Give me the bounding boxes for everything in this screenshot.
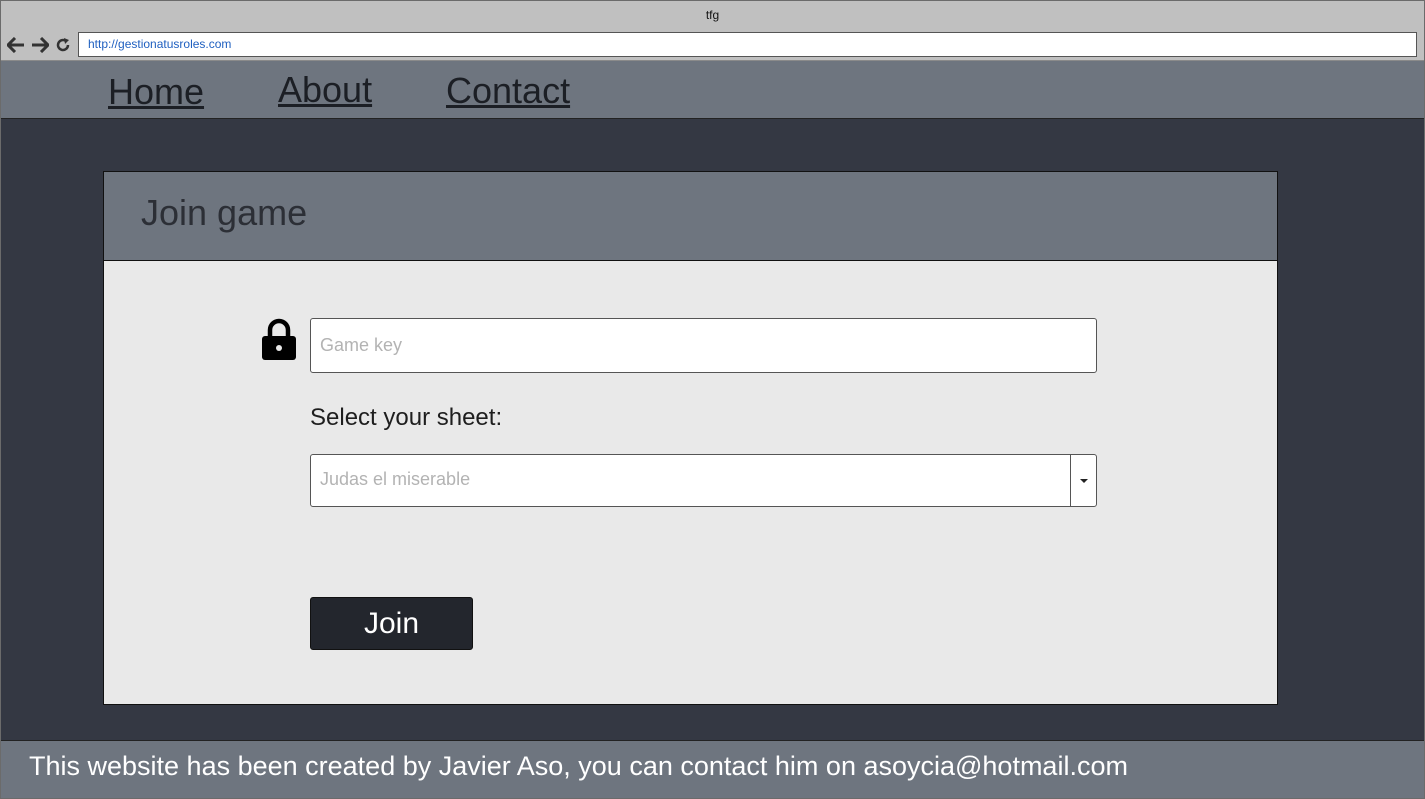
nav-link-contact[interactable]: Contact: [446, 70, 570, 112]
sheet-select[interactable]: Judas el miserable: [310, 454, 1097, 507]
window-title: tfg: [705, 8, 720, 22]
game-key-input[interactable]: [310, 318, 1097, 373]
footer-text: This website has been created by Javier …: [29, 751, 1128, 781]
browser-window: tfg http://gestionatusroles.com Home Abo…: [0, 0, 1425, 799]
reload-icon: [56, 38, 70, 52]
sheet-select-value: Judas el miserable: [320, 469, 471, 489]
nav-link-about[interactable]: About: [278, 69, 372, 111]
join-game-card: Join game Select your sheet: Judas el mi…: [103, 171, 1278, 705]
arrow-left-icon: [7, 37, 24, 53]
reload-button[interactable]: [53, 35, 73, 55]
url-text: http://gestionatusroles.com: [88, 37, 232, 51]
sheet-select-toggle[interactable]: [1070, 455, 1096, 506]
card-header: Join game: [104, 172, 1277, 261]
site-navbar: Home About Contact: [1, 61, 1424, 119]
lock-icon: [262, 318, 296, 360]
card-title: Join game: [141, 192, 308, 233]
forward-button[interactable]: [30, 35, 50, 55]
join-button[interactable]: Join: [310, 597, 473, 650]
window-titlebar: tfg: [1, 1, 1424, 30]
arrow-right-icon: [32, 37, 49, 53]
site-footer: This website has been created by Javier …: [1, 740, 1424, 798]
address-bar[interactable]: http://gestionatusroles.com: [78, 32, 1417, 57]
caret-down-icon: [1079, 478, 1088, 483]
browser-toolbar: http://gestionatusroles.com: [1, 30, 1424, 61]
select-sheet-label: Select your sheet:: [310, 404, 503, 431]
back-button[interactable]: [6, 35, 26, 55]
nav-link-home[interactable]: Home: [108, 71, 204, 113]
